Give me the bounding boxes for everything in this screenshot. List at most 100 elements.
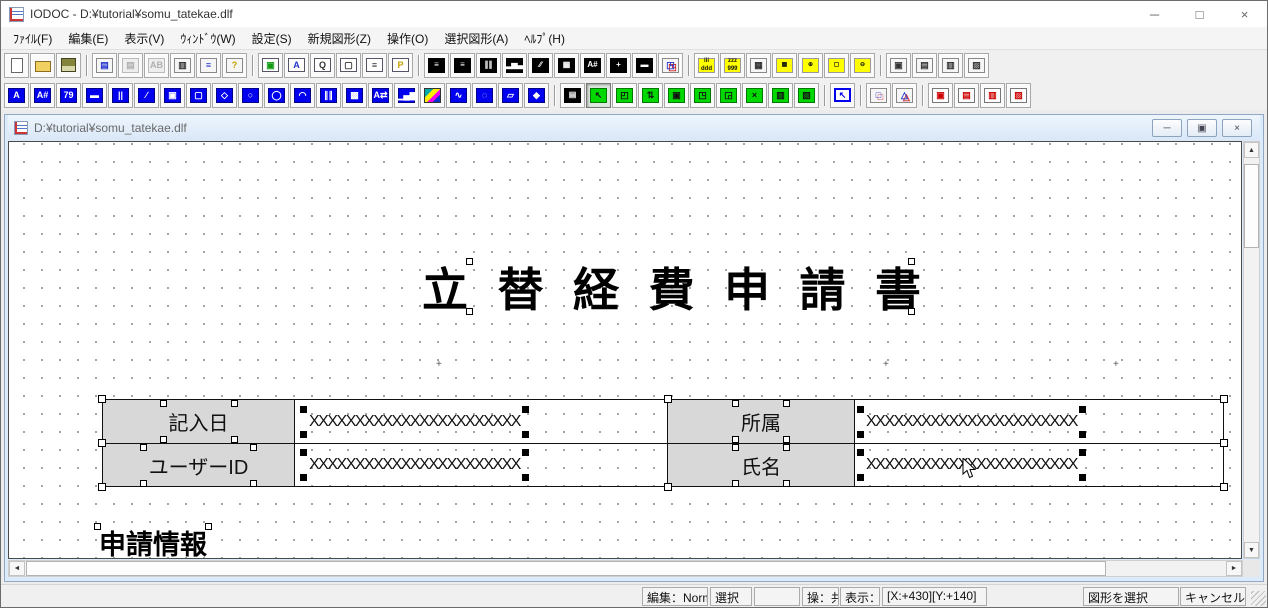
zoom-in-button[interactable]: ⊕ <box>798 53 823 78</box>
hline-tool-button[interactable]: ▬ <box>82 83 107 108</box>
paste-shape-button[interactable]: ▥ <box>170 53 195 78</box>
paste-text-button[interactable]: AB <box>144 53 169 78</box>
form-title-text[interactable]: 立 替 経 費 申 請 書 <box>422 265 930 316</box>
combine-shapes-button[interactable]: □ <box>866 83 891 108</box>
page-palette-button[interactable]: ▢ <box>336 53 361 78</box>
document-titlebar[interactable]: D:¥tutorial¥somu_tatekae.dlf ─ ▣ × <box>8 115 1260 141</box>
layer-front-button[interactable]: ▤ <box>912 53 937 78</box>
barcode-tool-button[interactable]: ∥∥ <box>316 83 341 108</box>
front-object-button[interactable]: ▥ <box>768 83 793 108</box>
menu-edit[interactable]: 編集(E) <box>60 27 116 50</box>
selection-handle[interactable] <box>908 258 915 265</box>
menu-settings[interactable]: 設定(S) <box>244 27 300 50</box>
layer-swap-button[interactable]: ▨ <box>964 53 989 78</box>
selection-handle[interactable] <box>1079 431 1086 438</box>
slant-text-button[interactable]: ∕∕ <box>528 53 553 78</box>
paste-button[interactable]: ▤ <box>118 53 143 78</box>
fill-tool-button[interactable]: ◆ <box>524 83 549 108</box>
dark-window-button[interactable]: ▬ <box>632 53 657 78</box>
selection-handle[interactable] <box>783 480 790 487</box>
doc-minimize-button[interactable]: ─ <box>1152 119 1182 137</box>
save-file-button[interactable] <box>56 53 81 78</box>
convert-field-button[interactable]: A⇄ <box>368 83 393 108</box>
red-layers-all-button[interactable]: ▣ <box>928 83 953 108</box>
selection-handle[interactable] <box>300 406 307 413</box>
snap-object-button[interactable]: ◰ <box>612 83 637 108</box>
selection-handle[interactable] <box>1220 395 1228 403</box>
field-placeholder-text[interactable]: XXXXXXXXXXXXXXXXXXXXXXX <box>866 413 1077 430</box>
back-object-button[interactable]: ▧ <box>794 83 819 108</box>
section-label-object[interactable]: 申請情報 <box>99 523 207 559</box>
vertical-scroll-thumb[interactable] <box>1244 164 1259 248</box>
delete-object-button[interactable]: × <box>742 83 767 108</box>
selection-handle[interactable] <box>857 474 864 481</box>
barcode-view-button[interactable]: ∥∥ <box>476 53 501 78</box>
text-palette-button[interactable]: A <box>284 53 309 78</box>
selection-handle[interactable] <box>857 406 864 413</box>
vertical-scrollbar[interactable]: ▲ ▼ <box>1243 141 1260 559</box>
selection-handle[interactable] <box>1079 449 1086 456</box>
table-field-cell[interactable]: XXXXXXXXXXXXXXXXXXXXXXX <box>855 444 1223 486</box>
ungroup-button[interactable]: ◲ <box>716 83 741 108</box>
number-field-tool-button[interactable]: 79 <box>56 83 81 108</box>
ellipse-tool-button[interactable]: ◯ <box>264 83 289 108</box>
table-label-cell[interactable]: ユーザーID <box>103 444 295 486</box>
align-right-text-button[interactable]: ≡ <box>424 53 449 78</box>
selection-handle[interactable] <box>664 395 672 403</box>
menu-view[interactable]: 表示(V) <box>116 27 172 50</box>
selection-handle[interactable] <box>205 523 212 530</box>
selection-handle[interactable] <box>98 483 106 491</box>
zoom-out-button[interactable]: ⊖ <box>850 53 875 78</box>
selection-handle[interactable] <box>250 480 257 487</box>
table-label-cell[interactable]: 記入日 <box>103 400 295 443</box>
scroll-left-button[interactable]: ◄ <box>9 561 25 576</box>
grid-show-button[interactable]: ▦ <box>746 53 771 78</box>
menu-operation[interactable]: 操作(O) <box>379 27 436 50</box>
grid-snap-button[interactable]: ▦ <box>772 53 797 78</box>
line-tool-button[interactable]: ∕ <box>134 83 159 108</box>
cell-label-text[interactable]: 氏名 <box>741 457 781 479</box>
table-label-cell[interactable]: 氏名 <box>668 444 855 486</box>
item-id-button[interactable]: iii ddd <box>694 53 719 78</box>
selection-handle[interactable] <box>783 444 790 451</box>
image-tool-button[interactable] <box>420 83 445 108</box>
selection-handle[interactable] <box>140 480 147 487</box>
selection-handle[interactable] <box>522 474 529 481</box>
move-resize-button[interactable]: + <box>606 53 631 78</box>
diamond-tool-button[interactable]: ◇ <box>212 83 237 108</box>
horizontal-scrollbar[interactable]: ◄ ► <box>8 560 1243 577</box>
selection-handle[interactable] <box>732 480 739 487</box>
selection-handle[interactable] <box>94 523 101 530</box>
shapes-palette-button[interactable]: ▣ <box>258 53 283 78</box>
menu-new-shape[interactable]: 新規図形(Z) <box>300 27 379 50</box>
curve-tool-button[interactable]: ∿ <box>446 83 471 108</box>
selection-handle[interactable] <box>783 436 790 443</box>
selection-handle[interactable] <box>1079 474 1086 481</box>
freeform-tool-button[interactable]: ◌ <box>472 83 497 108</box>
polygon-tool-button[interactable]: ▱ <box>498 83 523 108</box>
selection-handle[interactable] <box>732 436 739 443</box>
menu-window[interactable]: ｳｨﾝﾄﾞｳ(W) <box>172 27 243 50</box>
selection-handle[interactable] <box>522 449 529 456</box>
selection-handle[interactable] <box>1079 406 1086 413</box>
selection-handle[interactable] <box>732 444 739 451</box>
cell-label-text[interactable]: 所属 <box>741 413 781 435</box>
selection-handle[interactable] <box>466 308 473 315</box>
copy-button[interactable]: ▤ <box>92 53 117 78</box>
form-title-object[interactable]: 立 替 経 費 申 請 書 <box>422 254 922 316</box>
table-field-cell[interactable]: XXXXXXXXXXXXXXXXXXXXXXX <box>295 444 668 486</box>
circle-tool-button[interactable]: ○ <box>238 83 263 108</box>
selection-handle[interactable] <box>98 439 106 447</box>
selection-handle[interactable] <box>783 400 790 407</box>
selection-handle[interactable] <box>466 258 473 265</box>
table-field-cell[interactable]: XXXXXXXXXXXXXXXXXXXXXXX <box>295 400 668 443</box>
distribute-button[interactable]: ⇅ <box>638 83 663 108</box>
table-field-cell[interactable]: XXXXXXXXXXXXXXXXXXXXXXX <box>855 400 1223 443</box>
field-grid-button[interactable]: A# <box>580 53 605 78</box>
selection-handle[interactable] <box>664 483 672 491</box>
horizontal-scroll-thumb[interactable] <box>26 561 1106 576</box>
group-button[interactable]: ◳ <box>690 83 715 108</box>
vline-tool-button[interactable]: || <box>108 83 133 108</box>
maximize-button[interactable]: □ <box>1177 1 1222 27</box>
menu-file[interactable]: ﾌｧｲﾙ(F) <box>5 27 60 50</box>
